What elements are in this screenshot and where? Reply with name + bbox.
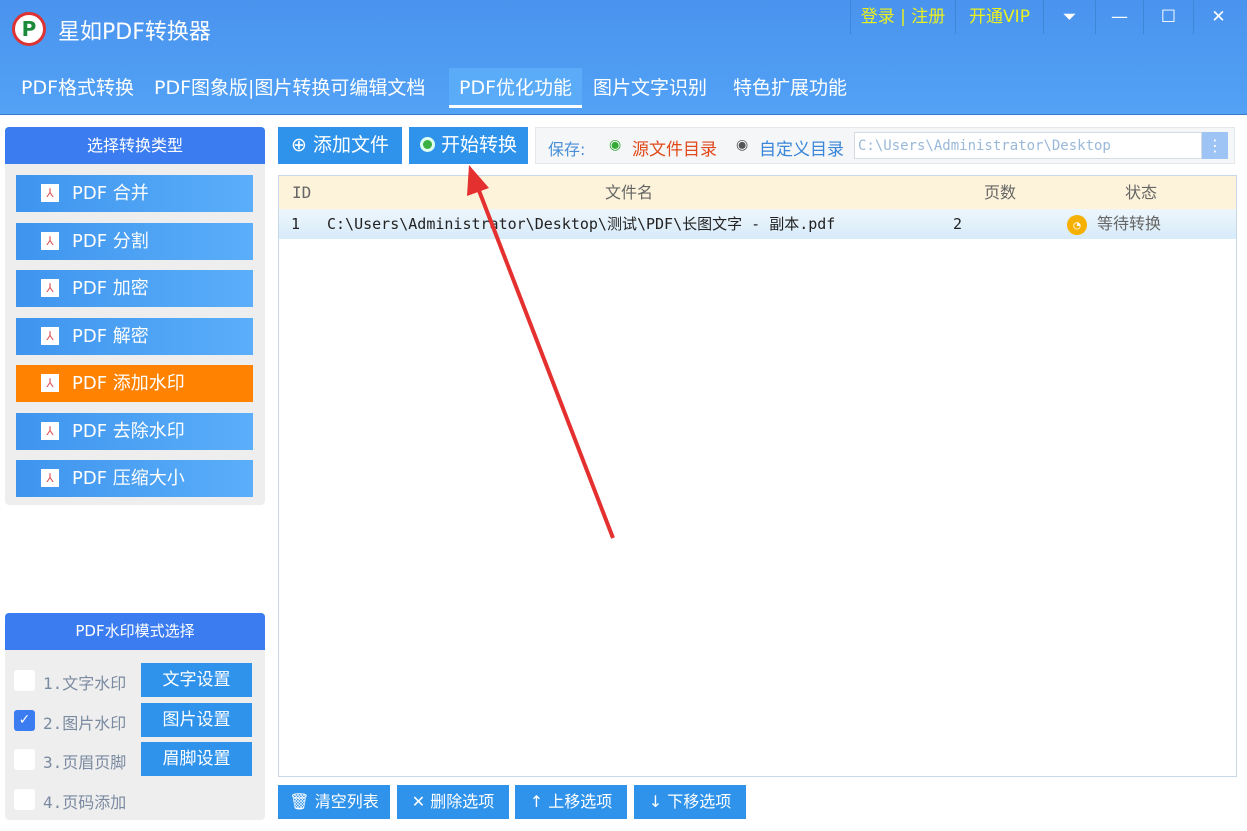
watermark-settings-button[interactable]: 图片设置 (141, 702, 252, 737)
sidebar-item[interactable]: ⅄ PDF 添加水印 (16, 365, 253, 402)
watermark-checkbox[interactable]: ✓ (14, 709, 35, 731)
vip-link[interactable]: 开通VIP (955, 0, 1043, 34)
sidebar-item-label: PDF 加密 (72, 278, 149, 299)
header-status: 状态 (1125, 183, 1158, 202)
radio-dot-icon (419, 137, 435, 152)
sidebar-item[interactable]: ⅄ PDF 压缩大小 (16, 460, 253, 497)
watermark-checkbox[interactable] (14, 670, 35, 691)
arrow-up-icon: ↑ (529, 792, 544, 811)
sidebar-item[interactable]: ⅄ PDF 合并 (16, 175, 253, 212)
pdf-icon: ⅄ (41, 326, 59, 345)
panel-title: PDF水印模式选择 (5, 613, 265, 650)
watermark-option-label: 2.图片水印 (43, 713, 127, 733)
row-id: 1 (291, 215, 301, 233)
custom-dir-label[interactable]: 自定义目录 (759, 135, 844, 160)
watermark-option-label: 3.页眉页脚 (43, 753, 127, 772)
sidebar-item[interactable]: ⅄ PDF 分割 (16, 222, 253, 260)
maximize-button[interactable]: ☐ (1143, 0, 1193, 34)
save-options-bar: 保存: ◉ 源文件目录 ◉ 自定义目录 ⋮ (535, 127, 1235, 164)
header-pages: 页数 (984, 183, 1017, 202)
watermark-checkbox[interactable] (14, 788, 35, 810)
sidebar-item-label: PDF 分割 (72, 230, 149, 252)
table-header: ID 文件名 页数 状态 (279, 176, 1236, 209)
tab-pdf-optimize[interactable]: PDF优化功能 (449, 68, 583, 108)
clear-list-button[interactable]: 🗑 清空列表 (278, 785, 390, 819)
save-label: 保存: (548, 140, 586, 159)
source-dir-label[interactable]: 源文件目录 (632, 135, 717, 160)
tab-format-convert[interactable]: PDF格式转换 (11, 68, 144, 108)
watermark-settings-button[interactable]: 眉脚设置 (141, 742, 252, 776)
add-file-button[interactable]: ⊕ 添加文件 (278, 127, 402, 164)
file-table: ID 文件名 页数 状态 1 C:\Users\Administrator\De… (278, 175, 1237, 777)
sidebar-item-label: PDF 合并 (72, 183, 149, 204)
login-register-link[interactable]: 登录 | 注册 (850, 0, 955, 34)
sidebar-item[interactable]: ⅄ PDF 解密 (16, 317, 253, 355)
header-filename: 文件名 (605, 183, 654, 202)
panel-title: 选择转换类型 (5, 127, 265, 164)
table-row[interactable]: 1 C:\Users\Administrator\Desktop\测试\PDF\… (279, 209, 1236, 239)
browse-button[interactable]: ⋮ (1202, 132, 1228, 159)
sidebar-item-label: PDF 解密 (72, 325, 149, 347)
trash-icon: 🗑 (289, 792, 310, 811)
row-status: 等待转换 (1097, 214, 1162, 233)
watermark-checkbox[interactable] (14, 749, 35, 770)
output-path-input[interactable] (854, 132, 1202, 159)
x-icon: ✕ (411, 792, 426, 811)
plus-circle-icon: ⊕ (291, 134, 307, 156)
app-title: 星如PDF转换器 (58, 20, 211, 45)
clock-icon: ◔ (1067, 215, 1087, 235)
sidebar-item-label: PDF 添加水印 (72, 373, 185, 394)
sidebar-item[interactable]: ⅄ PDF 加密 (16, 270, 253, 307)
pdf-icon: ⅄ (41, 279, 59, 297)
watermark-settings-button[interactable]: 文字设置 (141, 663, 252, 697)
move-up-button[interactable]: ↑ 上移选项 (515, 785, 627, 819)
pdf-icon: ⅄ (41, 231, 59, 250)
start-convert-button[interactable]: 开始转换 (409, 127, 528, 164)
pdf-icon: ⅄ (41, 184, 59, 202)
radio-custom-dir[interactable]: ◉ (736, 137, 748, 153)
sidebar-item-label: PDF 压缩大小 (72, 468, 185, 489)
arrow-down-icon: ↓ (648, 792, 663, 811)
row-filename: C:\Users\Administrator\Desktop\测试\PDF\长图… (327, 215, 836, 233)
close-button[interactable]: ✕ (1193, 0, 1243, 34)
header-id: ID (292, 183, 312, 202)
delete-item-button[interactable]: ✕ 删除选项 (397, 785, 509, 819)
row-pages: 2 (953, 215, 963, 233)
header: P 星如PDF转换器 登录 | 注册 开通VIP ⏷ — ☐ ✕ PDF格式转换… (0, 0, 1247, 115)
sidebar-item[interactable]: ⅄ PDF 去除水印 (16, 412, 253, 450)
app-logo: P (12, 12, 46, 46)
move-down-button[interactable]: ↓ 下移选项 (634, 785, 746, 819)
watermark-option-label: 1.文字水印 (43, 674, 127, 693)
tab-image-pdf[interactable]: PDF图象版|图片转换可编辑文档 (144, 68, 435, 108)
radio-source-dir[interactable]: ◉ (609, 137, 621, 153)
tab-extensions[interactable]: 特色扩展功能 (723, 68, 857, 108)
pdf-icon: ⅄ (41, 421, 59, 440)
pdf-icon: ⅄ (41, 469, 59, 487)
watermark-option-label: 4.页码添加 (43, 792, 127, 812)
sidebar-item-label: PDF 去除水印 (72, 420, 185, 442)
minimize-button[interactable]: — (1095, 0, 1143, 34)
pdf-icon: ⅄ (41, 374, 59, 392)
menu-icon[interactable]: ⏷ (1043, 0, 1095, 34)
tab-ocr[interactable]: 图片文字识别 (583, 68, 717, 108)
